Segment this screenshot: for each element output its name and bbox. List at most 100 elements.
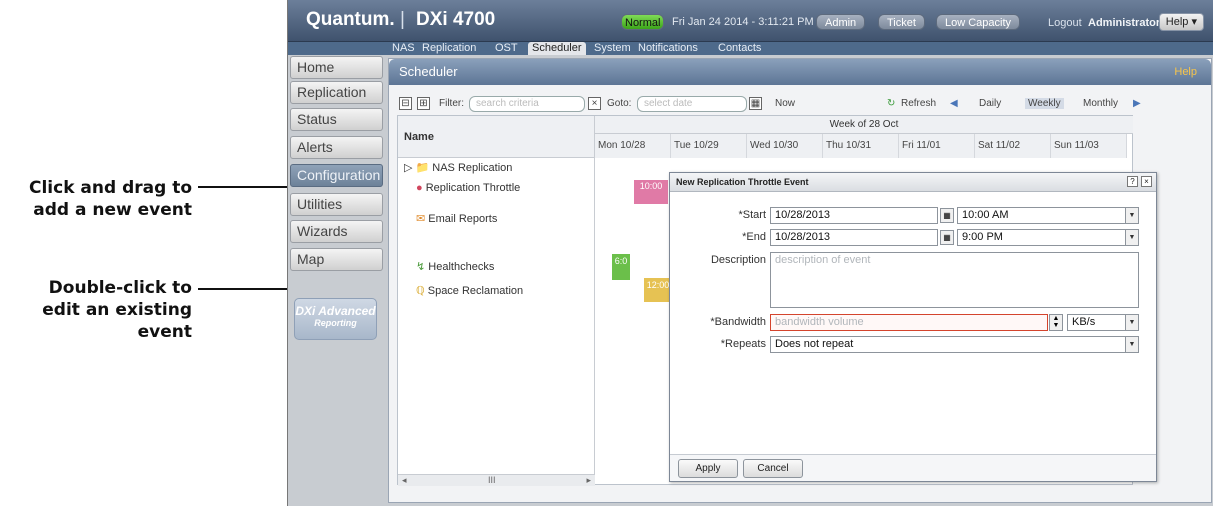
monthly-view-button[interactable]: Monthly	[1083, 98, 1118, 109]
subtab-replication[interactable]: Replication	[422, 42, 476, 55]
nav-configuration[interactable]: Configuration	[290, 164, 383, 187]
tree-row-space-reclamation[interactable]: ℚ Space Reclamation	[416, 284, 523, 297]
day-header: Mon 10/28	[595, 134, 671, 158]
bandwidth-stepper[interactable]: ▲ ▼	[1049, 314, 1063, 331]
dialog-close-icon[interactable]: ×	[1141, 176, 1152, 187]
nav-status[interactable]: Status	[290, 108, 383, 131]
logout-link[interactable]: Logout	[1048, 17, 1082, 29]
nav-wizards[interactable]: Wizards	[290, 220, 383, 243]
end-time-select[interactable]: 9:00 PM ▼	[957, 229, 1139, 246]
nav-map[interactable]: Map	[290, 248, 383, 271]
nav-utilities[interactable]: Utilities	[290, 193, 383, 216]
callout-line: Double-click to	[48, 278, 192, 298]
subtab-ost[interactable]: OST	[495, 42, 518, 55]
day-header: Tue 10/29	[671, 134, 747, 158]
expand-all-icon[interactable]: ⊞	[417, 97, 430, 110]
callout-line: event	[137, 322, 192, 342]
dxi-title: DXi Advanced	[295, 304, 376, 318]
event-replication-throttle[interactable]: 10:00	[634, 180, 668, 204]
brand-divider: |	[400, 9, 405, 30]
help-menu-button[interactable]: Help ▾	[1158, 13, 1204, 31]
system-datetime: Fri Jan 24 2014 - 3:11:21 PM PST	[672, 16, 839, 28]
user-name: Administrator	[1088, 17, 1161, 29]
calendar-icon[interactable]: ▦	[749, 97, 762, 110]
tree-row-email-reports[interactable]: ✉ Email Reports	[416, 212, 497, 225]
row-label: Space Reclamation	[427, 285, 524, 297]
chevron-down-icon[interactable]: ▼	[1125, 230, 1138, 245]
chevron-down-icon[interactable]: ▼	[1125, 315, 1138, 330]
cancel-button[interactable]: Cancel	[743, 459, 803, 478]
end-calendar-icon[interactable]: ▦	[940, 230, 954, 245]
row-label: NAS Replication	[432, 162, 513, 174]
now-button[interactable]: Now	[775, 98, 795, 109]
scroll-left-icon[interactable]: ◂	[402, 475, 407, 486]
callout-drag: Click and drag to add a new event	[20, 177, 192, 221]
chevron-down-icon[interactable]: ▼	[1125, 337, 1138, 352]
collapse-all-icon[interactable]: ⊟	[399, 97, 412, 110]
day-header: Sat 11/02	[975, 134, 1051, 158]
dialog-footer: Apply Cancel	[670, 454, 1156, 481]
tree-row-nas-replication[interactable]: ▷ 📁 NAS Replication	[404, 161, 512, 174]
scroll-thumb[interactable]: III	[488, 475, 496, 485]
end-time-value: 9:00 PM	[962, 231, 1003, 243]
description-textarea[interactable]: description of event	[770, 252, 1139, 308]
status-badge[interactable]: Normal	[621, 14, 665, 30]
dialog-title-bar: New Replication Throttle Event ? ×	[670, 173, 1156, 192]
clear-filter-icon[interactable]: ×	[588, 97, 601, 110]
nav-home[interactable]: Home	[290, 56, 383, 79]
stethoscope-icon: ↯	[416, 261, 426, 273]
tree-row-replication-throttle[interactable]: ● Replication Throttle	[416, 182, 520, 194]
brand-logo: Quantum.	[306, 9, 395, 30]
scroll-right-icon[interactable]: ▸	[586, 475, 591, 486]
admin-button[interactable]: Admin	[816, 14, 866, 30]
apply-button[interactable]: Apply	[678, 459, 738, 478]
start-time-value: 10:00 AM	[962, 209, 1009, 221]
start-time-select[interactable]: 10:00 AM ▼	[957, 207, 1139, 224]
unit-value: KB/s	[1072, 316, 1096, 328]
event-space-reclamation[interactable]: 12:00	[644, 278, 672, 302]
dxi-advanced-reporting-button[interactable]: DXi Advanced Reporting	[294, 298, 377, 340]
start-label: *Start	[738, 209, 766, 221]
ticket-button[interactable]: Ticket	[878, 14, 925, 30]
bandwidth-input[interactable]: bandwidth volume	[770, 314, 1048, 331]
subtab-scheduler[interactable]: Scheduler	[528, 42, 586, 55]
subtab-nas[interactable]: NAS	[392, 42, 415, 55]
nav-replication[interactable]: Replication	[290, 81, 383, 104]
end-date-input[interactable]: 10/28/2013	[770, 229, 938, 246]
daily-view-button[interactable]: Daily	[979, 98, 1001, 109]
broom-icon: ℚ	[416, 285, 425, 297]
email-icon: ✉	[416, 213, 426, 225]
callout-double-click: Double-click to edit an existing event	[20, 277, 192, 343]
subtab-system[interactable]: System	[594, 42, 631, 55]
subtab-notifications[interactable]: Notifications	[638, 42, 698, 55]
event-healthcheck[interactable]: 6:0	[612, 254, 630, 280]
name-column: Name ▷ 📁 NAS Replication ● Replication T…	[398, 116, 595, 486]
horizontal-scrollbar[interactable]: ◂ III ▸	[398, 474, 595, 486]
previous-icon[interactable]: ◀	[950, 98, 958, 109]
end-label: *End	[742, 231, 766, 243]
refresh-icon[interactable]: ↻	[887, 98, 895, 109]
row-label: Email Reports	[428, 213, 498, 225]
goto-date-input[interactable]: select date	[637, 96, 747, 112]
nav-alerts[interactable]: Alerts	[290, 136, 383, 159]
filter-input[interactable]: search criteria	[469, 96, 585, 112]
low-capacity-button[interactable]: Low Capacity	[936, 14, 1021, 30]
unit-select[interactable]: KB/s ▼	[1067, 314, 1139, 331]
next-icon[interactable]: ▶	[1133, 98, 1141, 109]
refresh-button[interactable]: Refresh	[901, 98, 936, 109]
weekly-view-button[interactable]: Weekly	[1025, 98, 1064, 109]
subtab-contacts[interactable]: Contacts	[718, 42, 761, 55]
callout-line: add a new event	[33, 200, 192, 220]
start-date-input[interactable]: 10/28/2013	[770, 207, 938, 224]
start-calendar-icon[interactable]: ▦	[940, 208, 954, 223]
panel-help-link[interactable]: Help	[1174, 59, 1197, 85]
goto-label: Goto:	[607, 98, 632, 109]
tree-row-healthchecks[interactable]: ↯ Healthchecks	[416, 260, 494, 273]
product-name: DXi 4700	[416, 9, 496, 30]
chevron-down-icon[interactable]: ▼	[1125, 208, 1138, 223]
bandwidth-label: *Bandwidth	[710, 316, 766, 328]
panel-header: Scheduler Help	[389, 59, 1211, 85]
repeats-select[interactable]: Does not repeat ▼	[770, 336, 1139, 353]
repeats-label: *Repeats	[720, 338, 766, 350]
dialog-help-icon[interactable]: ?	[1127, 176, 1138, 187]
